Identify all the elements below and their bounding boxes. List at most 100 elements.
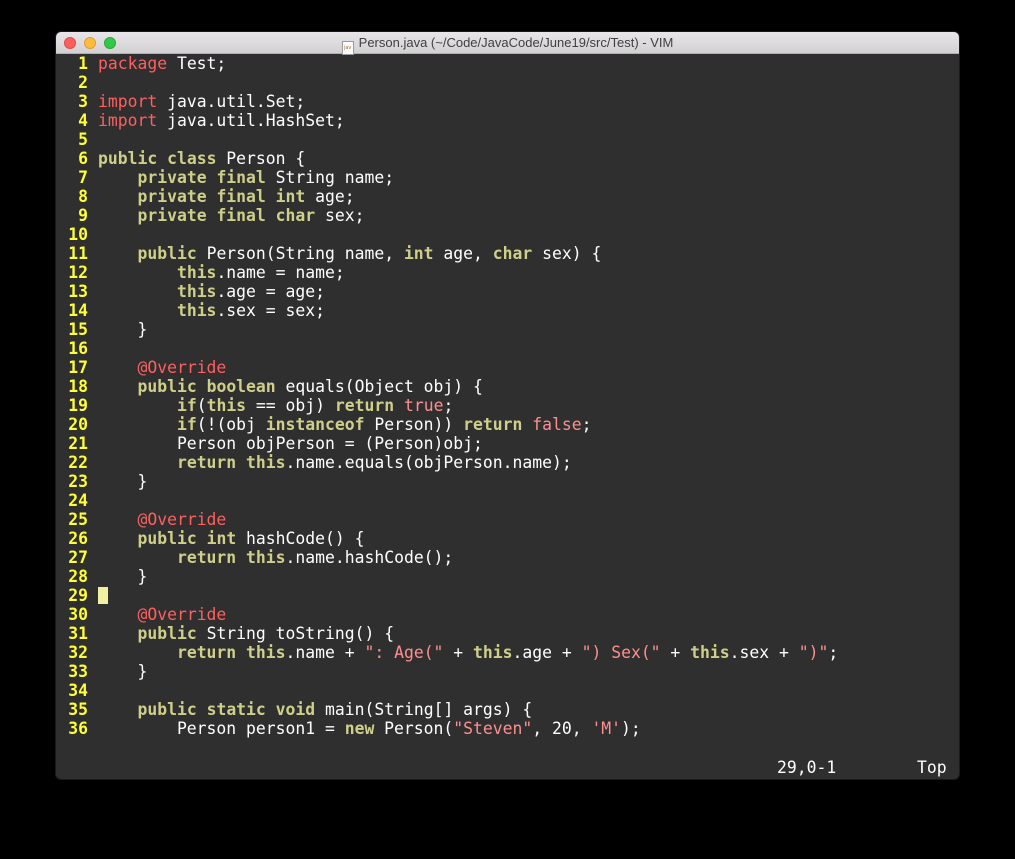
code-line[interactable]: 7 private final String name; bbox=[56, 168, 959, 187]
keyword-token: return bbox=[176, 453, 237, 472]
keyword-token: return bbox=[334, 396, 395, 415]
line-code: Person objPerson = (Person)obj; bbox=[98, 434, 483, 453]
code-line[interactable]: 20 if(!(obj instanceof Person)) return f… bbox=[56, 415, 959, 434]
string-token: "Steven" bbox=[453, 719, 533, 738]
keyword-token: this bbox=[473, 643, 513, 662]
code-line[interactable]: 35 public static void main(String[] args… bbox=[56, 700, 959, 719]
code-line[interactable]: 8 private final int age; bbox=[56, 187, 959, 206]
status-line: 29,0-1 Top bbox=[56, 756, 959, 779]
line-code: private final String name; bbox=[98, 168, 394, 187]
cursor-position: 29,0-1 bbox=[777, 758, 837, 777]
preproc-token: import bbox=[98, 92, 158, 111]
keyword-token: char bbox=[492, 244, 533, 263]
code-token: Person { bbox=[216, 149, 306, 168]
line-number: 12 bbox=[68, 263, 88, 282]
code-line[interactable]: 25 @Override bbox=[56, 510, 959, 529]
keyword-token: private bbox=[137, 206, 207, 225]
line-number: 8 bbox=[78, 187, 88, 206]
string-token: ": Age(" bbox=[364, 643, 444, 662]
line-number: 32 bbox=[68, 643, 88, 662]
code-token: Person person1 = bbox=[98, 719, 345, 738]
keyword-token: public bbox=[137, 529, 197, 548]
keyword-token: final bbox=[216, 187, 266, 206]
keyword-token: this bbox=[246, 548, 286, 567]
title-bar[interactable]: jav Person.java (~/Code/JavaCode/June19/s… bbox=[56, 32, 959, 55]
code-line[interactable]: 15 } bbox=[56, 320, 959, 339]
keyword-token: this bbox=[690, 643, 730, 662]
code-line[interactable]: 9 private final char sex; bbox=[56, 206, 959, 225]
line-number: 9 bbox=[78, 206, 88, 225]
line-number: 29 bbox=[68, 586, 88, 605]
code-token: sex) { bbox=[532, 244, 602, 263]
code-line[interactable]: 19 if(this == obj) return true; bbox=[56, 396, 959, 415]
code-line[interactable]: 3 import java.util.Set; bbox=[56, 92, 959, 111]
code-line[interactable]: 5 bbox=[56, 130, 959, 149]
keyword-token: return bbox=[176, 643, 237, 662]
code-line[interactable]: 33 } bbox=[56, 662, 959, 681]
line-number: 33 bbox=[68, 662, 88, 681]
line-number: 36 bbox=[68, 719, 88, 738]
code-line[interactable]: 23 } bbox=[56, 472, 959, 491]
code-line[interactable]: 16 bbox=[56, 339, 959, 358]
code-line[interactable]: 1 package Test; bbox=[56, 54, 959, 73]
code-line[interactable]: 10 bbox=[56, 225, 959, 244]
line-code: Person person1 = new Person("Steven", 20… bbox=[98, 719, 641, 738]
code-line[interactable]: 30 @Override bbox=[56, 605, 959, 624]
line-number: 31 bbox=[68, 624, 88, 643]
text-cursor bbox=[98, 587, 108, 604]
code-line[interactable]: 29 bbox=[56, 586, 959, 605]
code-line[interactable]: 34 bbox=[56, 681, 959, 700]
code-line[interactable]: 4 import java.util.HashSet; bbox=[56, 111, 959, 130]
code-line[interactable]: 27 return this.name.hashCode(); bbox=[56, 548, 959, 567]
code-line[interactable]: 18 public boolean equals(Object obj) { bbox=[56, 377, 959, 396]
line-code: return this.name + ": Age(" + this.age +… bbox=[98, 643, 838, 662]
code-line[interactable]: 28 } bbox=[56, 567, 959, 586]
code-line[interactable]: 31 public String toString() { bbox=[56, 624, 959, 643]
line-number: 28 bbox=[68, 567, 88, 586]
code-token: ( bbox=[196, 396, 207, 415]
scroll-position: Top bbox=[917, 758, 947, 777]
keyword-token: this bbox=[176, 282, 217, 301]
line-number: 30 bbox=[68, 605, 88, 624]
code-line[interactable]: 26 public int hashCode() { bbox=[56, 529, 959, 548]
line-number: 11 bbox=[68, 244, 88, 263]
code-line[interactable]: 6 public class Person { bbox=[56, 149, 959, 168]
line-code: @Override bbox=[98, 605, 226, 624]
line-number: 5 bbox=[78, 130, 88, 149]
code-editor[interactable]: 1 package Test; 2 3 import java.util.Set; 4 im… bbox=[56, 54, 959, 756]
code-line[interactable]: 14 this.sex = sex; bbox=[56, 301, 959, 320]
code-token: .sex + bbox=[729, 643, 799, 662]
code-line[interactable]: 21 Person objPerson = (Person)obj; bbox=[56, 434, 959, 453]
code-line[interactable]: 36 Person person1 = new Person("Steven",… bbox=[56, 719, 959, 738]
code-line[interactable]: 32 return this.name + ": Age(" + this.ag… bbox=[56, 643, 959, 662]
keyword-token: public bbox=[137, 700, 197, 719]
code-line[interactable]: 24 bbox=[56, 491, 959, 510]
string-token: ") Sex(" bbox=[581, 643, 661, 662]
code-line[interactable]: 22 return this.name.equals(objPerson.nam… bbox=[56, 453, 959, 472]
line-code: return this.name.equals(objPerson.name); bbox=[98, 453, 572, 472]
code-line[interactable]: 11 public Person(String name, int age, c… bbox=[56, 244, 959, 263]
code-token: } bbox=[98, 567, 148, 586]
code-line[interactable]: 12 this.name = name; bbox=[56, 263, 959, 282]
code-line[interactable]: 2 bbox=[56, 73, 959, 92]
preproc-token: import bbox=[98, 111, 158, 130]
code-line[interactable]: 13 this.age = age; bbox=[56, 282, 959, 301]
keyword-token: class bbox=[167, 149, 217, 168]
code-line[interactable]: 17 @Override bbox=[56, 358, 959, 377]
preproc-token: @Override bbox=[137, 510, 227, 529]
keyword-token: this bbox=[206, 396, 247, 415]
line-code: public static void main(String[] args) { bbox=[98, 700, 532, 719]
